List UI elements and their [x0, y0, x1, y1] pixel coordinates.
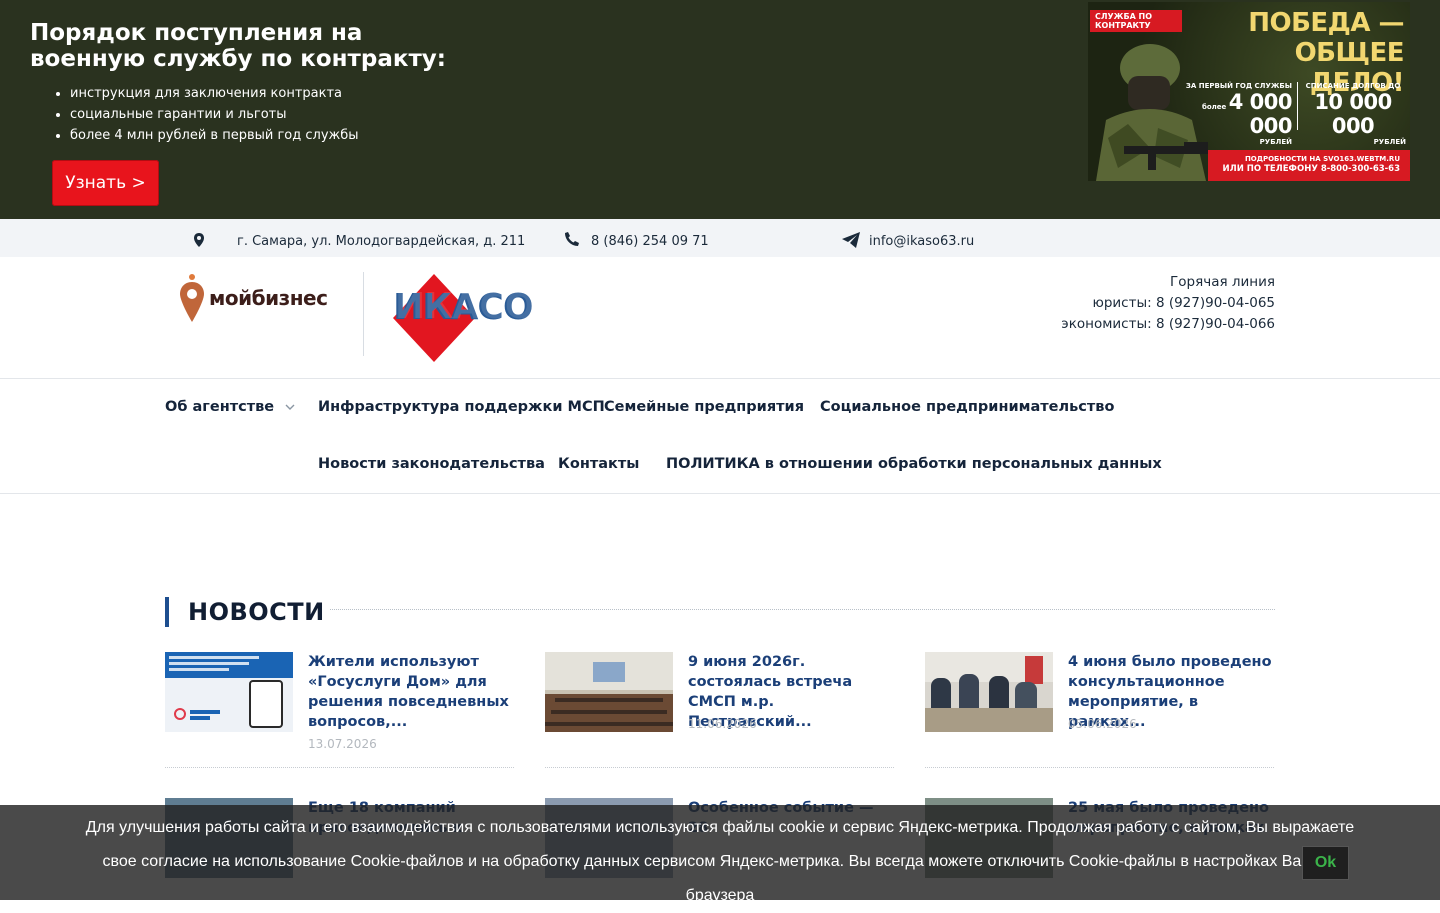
news-date: 11.06.2026 — [688, 717, 757, 731]
promo-bullets: инструкция для заключения контракта соци… — [70, 83, 359, 146]
banner-contacts: ПОДРОБНОСТИ НА SVO163.WEBTM.RU ИЛИ ПО ТЕ… — [1208, 150, 1410, 181]
banner-first-year-pay: ЗА ПЕРВЫЙ ГОД СЛУЖБЫ более 4 000 000 РУБ… — [1185, 82, 1293, 146]
main-nav: Об агентстве Инфраструктура поддержки МС… — [0, 378, 1440, 494]
news-date: 05.06.2026 — [1068, 717, 1137, 731]
promo-title: Порядок поступления на военную службу по… — [30, 20, 446, 72]
banner-debt-writeoff: СПИСАНИЕ ДОЛГОВ ДО 10 000 000 РУБЛЕЙ — [1305, 82, 1406, 146]
promo-bullet: более 4 млн рублей в первый год службы — [70, 125, 359, 146]
chevron-down-icon — [285, 404, 295, 410]
contract-service-ad[interactable]: СЛУЖБА ПО КОНТРАКТУ ПОБЕДА — ОБЩЕЕ ДЕЛО!… — [1088, 2, 1410, 181]
news-separator — [545, 767, 894, 768]
news-separator — [925, 767, 1274, 768]
ikaso-logo[interactable]: ИКАСО ИКАСО — [393, 272, 537, 364]
cookie-consent-bar: Для улучшения работы сайта и его взаимод… — [0, 805, 1440, 904]
hotline-title: Горячая линия — [1170, 274, 1275, 290]
nav-item-infrastructure[interactable]: Инфраструктура поддержки МСП — [318, 399, 605, 415]
logo-divider — [363, 272, 364, 356]
promo-bullet: социальные гарантии и льготы — [70, 104, 359, 125]
map-pin-icon — [194, 233, 204, 247]
moy-biznes-logo[interactable]: мойбизнес — [179, 272, 339, 324]
news-heading-rule — [330, 609, 1275, 610]
news-date: 13.07.2026 — [308, 737, 377, 751]
cookie-ok-button[interactable]: Ok — [1302, 846, 1349, 880]
address-text: г. Самара, ул. Молодогвардейская, д. 211 — [237, 234, 526, 249]
phone-link[interactable]: 8 (846) 254 09 71 — [591, 219, 709, 257]
promo-banner: Порядок поступления на военную службу по… — [0, 0, 1440, 219]
nav-item-contacts[interactable]: Контакты — [558, 456, 639, 472]
nav-item-about[interactable]: Об агентстве — [165, 399, 295, 415]
banner-divider — [1297, 82, 1298, 130]
news-separator — [165, 767, 514, 768]
hotline-block: Горячая линия юристы: 8 (927)90-04-065 э… — [1061, 272, 1275, 335]
news-thumbnail — [545, 652, 673, 732]
hotline-economists[interactable]: экономисты: 8 (927)90-04-066 — [1061, 314, 1275, 335]
location-marker-icon — [180, 274, 204, 322]
banner-tag: СЛУЖБА ПО КОНТРАКТУ — [1090, 10, 1182, 32]
news-thumbnail — [925, 652, 1053, 732]
cookie-text: Для улучшения работы сайта и его взаимод… — [85, 819, 1355, 904]
contact-bar: г. Самара, ул. Молодогвардейская, д. 211… — [0, 219, 1440, 257]
nav-item-social-entrepreneurship[interactable]: Социальное предпринимательство — [820, 399, 1114, 415]
news-heading: НОВОСТИ — [165, 597, 325, 627]
send-icon — [842, 232, 860, 248]
moy-biznes-text: мойбизнес — [209, 286, 328, 310]
svg-text:ИКАСО: ИКАСО — [395, 286, 534, 327]
nav-item-family-business[interactable]: Семейные предприятия — [604, 399, 804, 415]
news-title[interactable]: Жители используют «Госуслуги Дом» для ре… — [308, 652, 513, 732]
hotline-lawyers[interactable]: юристы: 8 (927)90-04-065 — [1061, 293, 1275, 314]
promo-bullet: инструкция для заключения контракта — [70, 83, 359, 104]
nav-item-law-news[interactable]: Новости законодательства — [318, 456, 545, 472]
phone-icon — [565, 232, 579, 246]
nav-item-privacy-policy[interactable]: ПОЛИТИКА в отношении обработки персональ… — [666, 456, 1162, 472]
news-thumbnail — [165, 652, 293, 732]
email-link[interactable]: info@ikaso63.ru — [869, 219, 974, 257]
learn-more-button[interactable]: Узнать > — [52, 160, 159, 206]
